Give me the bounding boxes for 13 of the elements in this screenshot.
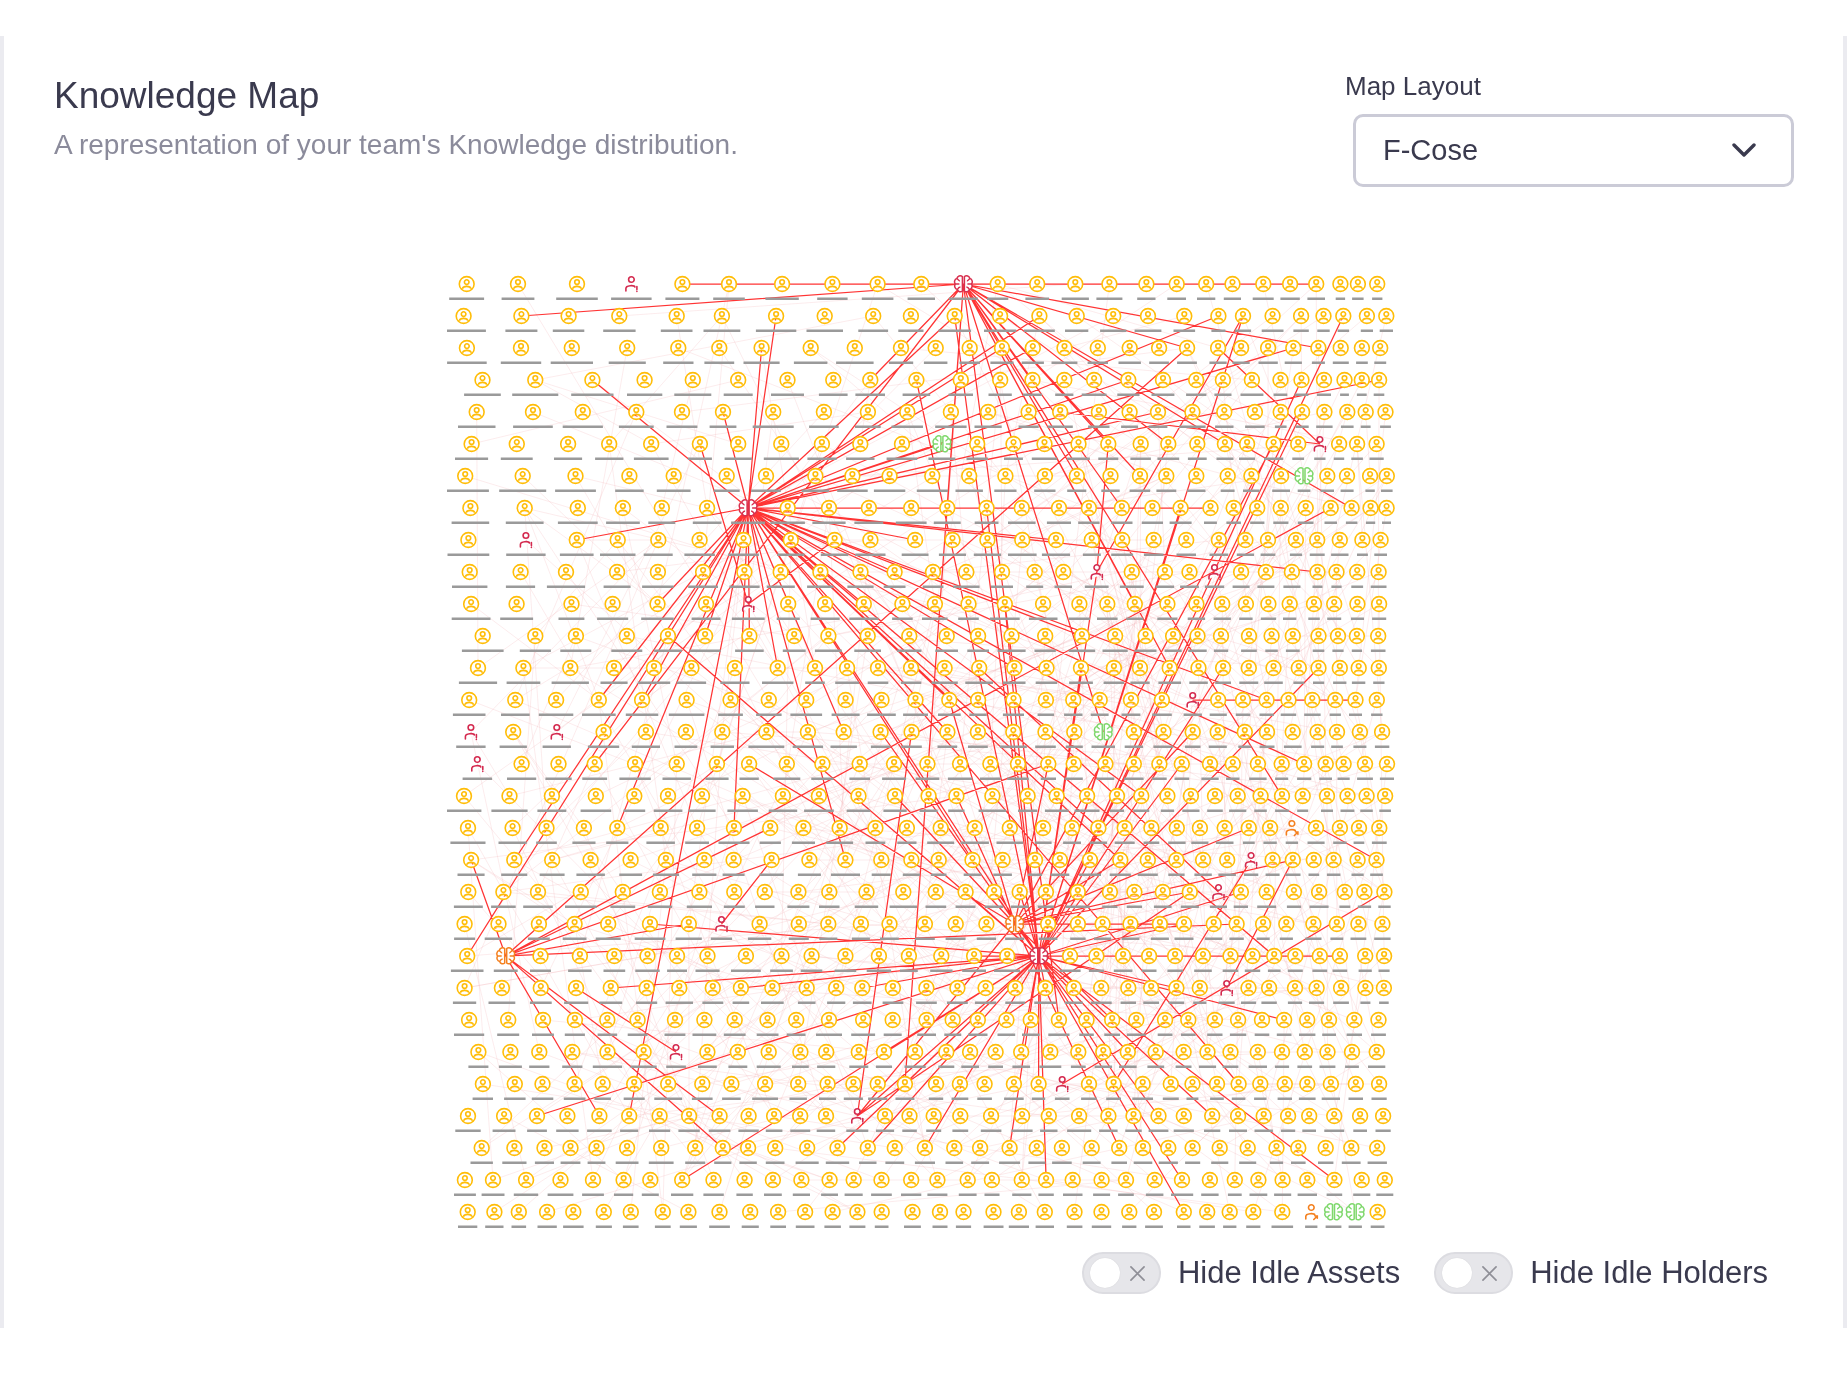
toggle-label[interactable]: Hide Idle Assets — [1177, 1254, 1401, 1292]
page-title: Knowledge Map — [54, 74, 321, 118]
toggle-switch[interactable] — [1081, 1252, 1161, 1294]
toggle-switch[interactable] — [1434, 1252, 1514, 1294]
page-subtitle: A representation of your team's Knowledge distribution. — [54, 128, 738, 162]
cross-icon — [1482, 1266, 1498, 1281]
layout-select[interactable]: F-Cose — [1353, 114, 1794, 187]
toggle-knob[interactable] — [1442, 1258, 1473, 1288]
chevron-down-icon — [1732, 143, 1756, 158]
field-label: Map Layout — [1345, 70, 1481, 102]
toggle-knob[interactable] — [1089, 1258, 1120, 1288]
toggle-label[interactable]: Hide Idle Holders — [1530, 1254, 1768, 1292]
cross-icon — [1129, 1266, 1145, 1281]
